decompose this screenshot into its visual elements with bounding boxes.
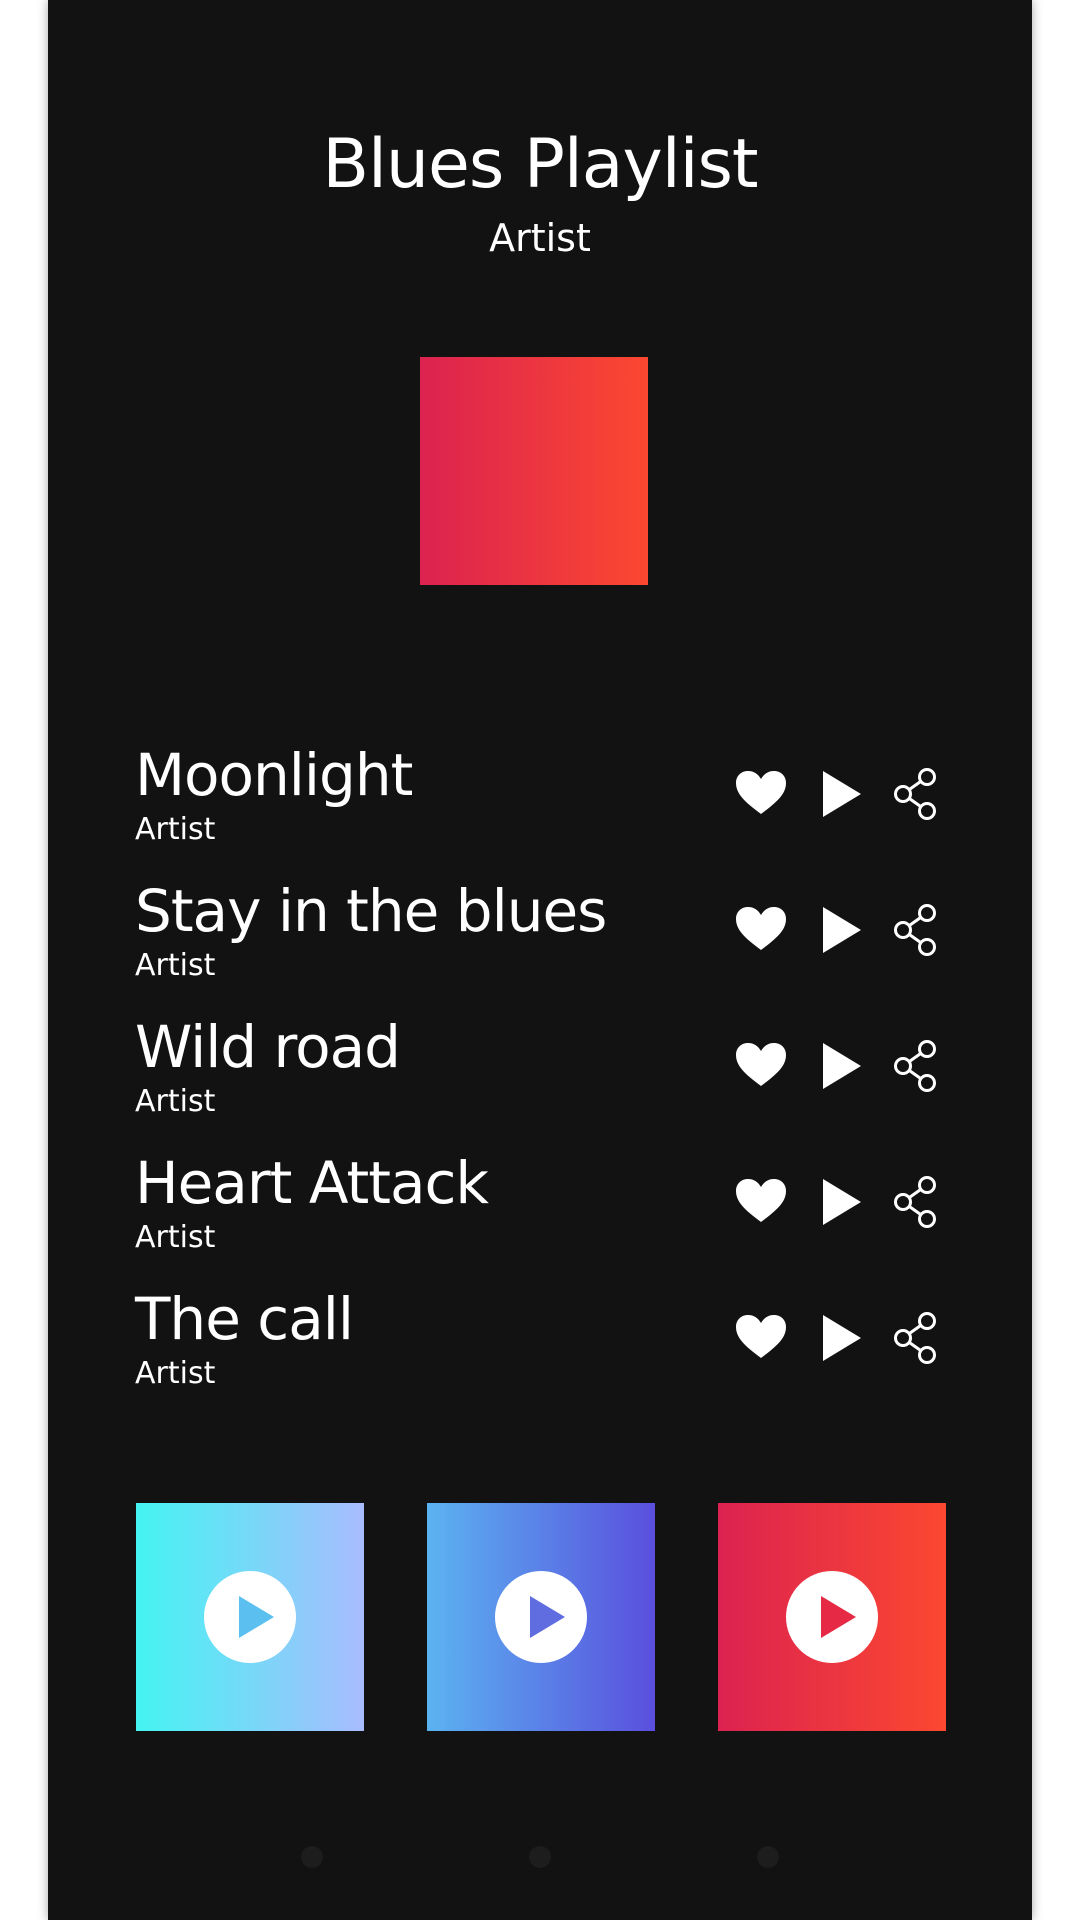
featured-tiles (136, 1503, 946, 1731)
track-row[interactable]: Wild road Artist (135, 1008, 945, 1144)
share-icon[interactable] (893, 903, 939, 957)
featured-tile-3[interactable] (718, 1503, 946, 1731)
track-title: Moonlight (135, 741, 413, 809)
play-icon[interactable] (821, 1177, 863, 1227)
play-icon[interactable] (821, 769, 863, 819)
track-actions (735, 764, 945, 824)
track-actions (735, 900, 945, 960)
featured-tile-2[interactable] (427, 1503, 655, 1731)
heart-icon[interactable] (735, 1042, 787, 1088)
share-icon[interactable] (893, 1175, 939, 1229)
track-row[interactable]: Stay in the blues Artist (135, 872, 945, 1008)
heart-icon[interactable] (735, 1178, 787, 1224)
heart-icon[interactable] (735, 770, 787, 816)
playlist-header: Blues Playlist Artist (48, 120, 1032, 264)
heart-icon[interactable] (735, 906, 787, 952)
track-artist: Artist (135, 1356, 216, 1391)
page-dot[interactable] (301, 1846, 323, 1868)
playlist-cover-art (420, 357, 648, 585)
page-dot[interactable] (529, 1846, 551, 1868)
share-icon[interactable] (893, 1039, 939, 1093)
track-title: Heart Attack (135, 1149, 489, 1217)
app-screen: Blues Playlist Artist Moonlight Artist S… (48, 0, 1032, 1920)
playlist-title: Blues Playlist (322, 125, 758, 204)
playlist-subtitle: Artist (489, 216, 591, 260)
share-icon[interactable] (893, 1311, 939, 1365)
share-icon[interactable] (893, 767, 939, 821)
page-dot[interactable] (757, 1846, 779, 1868)
track-title: Wild road (135, 1013, 401, 1081)
track-title: Stay in the blues (135, 877, 607, 945)
featured-tile-1[interactable] (136, 1503, 364, 1731)
track-row[interactable]: Heart Attack Artist (135, 1144, 945, 1280)
track-artist: Artist (135, 812, 216, 847)
track-actions (735, 1308, 945, 1368)
track-list: Moonlight Artist Stay in the blues Artis… (135, 736, 945, 1416)
track-artist: Artist (135, 1084, 216, 1119)
page-indicator (48, 1846, 1032, 1870)
track-actions (735, 1172, 945, 1232)
track-artist: Artist (135, 948, 216, 983)
track-title: The call (135, 1285, 354, 1353)
track-actions (735, 1036, 945, 1096)
play-icon[interactable] (821, 1041, 863, 1091)
track-artist: Artist (135, 1220, 216, 1255)
play-icon[interactable] (821, 905, 863, 955)
play-circle-icon[interactable] (785, 1570, 879, 1664)
heart-icon[interactable] (735, 1314, 787, 1360)
play-circle-icon[interactable] (494, 1570, 588, 1664)
play-circle-icon[interactable] (203, 1570, 297, 1664)
track-row[interactable]: The call Artist (135, 1280, 945, 1416)
play-icon[interactable] (821, 1313, 863, 1363)
track-row[interactable]: Moonlight Artist (135, 736, 945, 872)
